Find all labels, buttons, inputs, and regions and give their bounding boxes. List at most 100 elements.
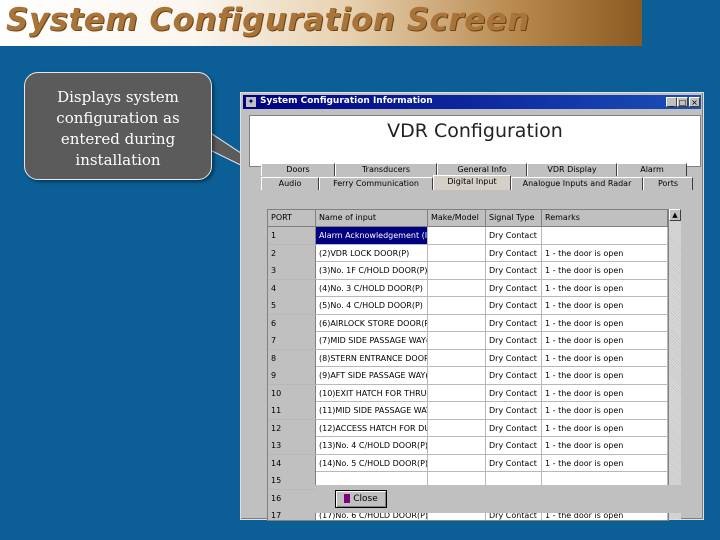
close-window-button[interactable]: × — [689, 97, 700, 107]
table-row[interactable]: 13 (13)No. 4 C/HOLD DOOR(P) Dry Contact 1 -… — [268, 437, 668, 455]
cell-remarks[interactable]: 1 - the door is open — [542, 314, 668, 332]
cell-port[interactable]: 1 — [268, 227, 316, 244]
column-header-name[interactable]: Name of input — [316, 210, 428, 227]
tab-ferry-communication[interactable]: Ferry Communication — [319, 177, 433, 190]
cell-name[interactable]: (10)EXIT HATCH FOR THRUSTER — [316, 384, 428, 402]
cell-make-model[interactable] — [428, 454, 486, 472]
cell-signal-type[interactable]: Dry Contact — [486, 402, 542, 419]
cell-remarks[interactable]: 1 - the door is open — [542, 454, 668, 472]
cell-port[interactable]: 10 — [268, 384, 316, 402]
cell-remarks[interactable] — [542, 227, 668, 244]
cell-signal-type[interactable]: Dry Contact — [486, 419, 542, 437]
cell-name[interactable]: (9)AFT SIDE PASSAGE WAY(S) — [316, 367, 428, 384]
cell-name[interactable]: (3)No. 1F C/HOLD DOOR(P) — [316, 262, 428, 279]
cell-make-model[interactable] — [428, 419, 486, 437]
cell-signal-type[interactable]: Dry Contact — [486, 279, 542, 297]
cell-port[interactable]: 7 — [268, 332, 316, 349]
close-button[interactable]: Close — [335, 490, 387, 508]
cell-port[interactable]: 17 — [268, 507, 316, 520]
cell-remarks[interactable]: 1 - the door is open — [542, 279, 668, 297]
cell-remarks[interactable]: 1 - the door is open — [542, 367, 668, 384]
column-header-signal-type[interactable]: Signal Type — [486, 210, 542, 227]
cell-make-model[interactable] — [428, 279, 486, 297]
cell-name[interactable]: Alarm Acknowledgement (Internal) — [316, 227, 428, 244]
cell-make-model[interactable] — [428, 437, 486, 454]
cell-port[interactable]: 9 — [268, 367, 316, 384]
table-row[interactable]: 14 (14)No. 5 C/HOLD DOOR(P) Dry Contact 1 -… — [268, 454, 668, 472]
column-header-port[interactable]: PORT — [268, 210, 316, 227]
cell-port[interactable]: 6 — [268, 314, 316, 332]
cell-make-model[interactable] — [428, 314, 486, 332]
cell-name[interactable]: (8)STERN ENTRANCE DOOR (S) — [316, 349, 428, 367]
tab-ports[interactable]: Ports — [643, 177, 693, 190]
cell-remarks[interactable]: 1 - the door is open — [542, 402, 668, 419]
cell-port[interactable]: 11 — [268, 402, 316, 419]
tab-vdr-display[interactable]: VDR Display — [527, 163, 617, 176]
cell-remarks[interactable]: 1 - the door is open — [542, 437, 668, 454]
cell-signal-type[interactable]: Dry Contact — [486, 367, 542, 384]
cell-signal-type[interactable]: Dry Contact — [486, 262, 542, 279]
cell-make-model[interactable] — [428, 384, 486, 402]
tab-doors[interactable]: Doors — [261, 163, 335, 176]
cell-remarks[interactable]: 1 - the door is open — [542, 297, 668, 314]
cell-remarks[interactable]: 1 - the door is open — [542, 349, 668, 367]
cell-make-model[interactable] — [428, 244, 486, 262]
cell-remarks[interactable]: 1 - the door is open — [542, 384, 668, 402]
table-row[interactable]: 6 (6)AIRLOCK STORE DOOR(P) Dry Contact 1 - … — [268, 314, 668, 332]
table-row[interactable]: 4 (4)No. 3 C/HOLD DOOR(P) Dry Contact 1 - t… — [268, 279, 668, 297]
window-titlebar[interactable]: ✦ System Configuration Information _ □ × — [243, 95, 701, 109]
cell-make-model[interactable] — [428, 402, 486, 419]
cell-name[interactable]: (14)No. 5 C/HOLD DOOR(P) — [316, 454, 428, 472]
cell-port[interactable]: 4 — [268, 279, 316, 297]
cell-make-model[interactable] — [428, 262, 486, 279]
cell-signal-type[interactable]: Dry Contact — [486, 297, 542, 314]
table-row[interactable]: 7 (7)MID SIDE PASSAGE WAY(S) Dry Contact 1 … — [268, 332, 668, 350]
cell-make-model[interactable] — [428, 367, 486, 384]
table-scrollbar[interactable]: ▲ — [669, 209, 681, 519]
cell-make-model[interactable] — [428, 332, 486, 349]
cell-signal-type[interactable]: Dry Contact — [486, 227, 542, 244]
maximize-button[interactable]: □ — [677, 97, 688, 107]
cell-name[interactable]: (12)ACCESS HATCH FOR DUCT — [316, 419, 428, 437]
table-row[interactable]: 8(8)STERN ENTRANCE DOOR (S) Dry Contact1 … — [268, 349, 668, 367]
table-row[interactable]: 12(12)ACCESS HATCH FOR DUCT Dry Contact1 … — [268, 419, 668, 437]
cell-port[interactable]: 12 — [268, 419, 316, 437]
table-row[interactable]: 5 (5)No. 4 C/HOLD DOOR(P) Dry Contact 1 - t… — [268, 297, 668, 315]
table-row[interactable]: 2 (2)VDR LOCK DOOR(P) Dry Contact 1 - the d… — [268, 244, 668, 262]
cell-signal-type[interactable]: Dry Contact — [486, 314, 542, 332]
tab-alarm[interactable]: Alarm — [617, 163, 687, 176]
tab-analogue-inputs-radar[interactable]: Analogue Inputs and Radar — [511, 177, 643, 190]
cell-make-model[interactable] — [428, 349, 486, 367]
column-header-remarks[interactable]: Remarks — [542, 210, 668, 227]
column-header-make-model[interactable]: Make/Model — [428, 210, 486, 227]
cell-name[interactable]: (11)MID SIDE PASSAGE WAY — [316, 402, 428, 419]
cell-port[interactable]: 8 — [268, 349, 316, 367]
cell-signal-type[interactable]: Dry Contact — [486, 384, 542, 402]
table-row[interactable]: 3 (3)No. 1F C/HOLD DOOR(P) Dry Contact 1 - … — [268, 262, 668, 280]
cell-name[interactable]: (7)MID SIDE PASSAGE WAY(S) — [316, 332, 428, 349]
cell-name[interactable]: (5)No. 4 C/HOLD DOOR(P) — [316, 297, 428, 314]
table-row[interactable]: 10(10)EXIT HATCH FOR THRUSTER Dry Contact… — [268, 384, 668, 402]
cell-signal-type[interactable]: Dry Contact — [486, 244, 542, 262]
tab-digital-input[interactable]: Digital Input — [433, 175, 511, 190]
cell-name[interactable]: (13)No. 4 C/HOLD DOOR(P) — [316, 437, 428, 454]
cell-name[interactable]: (2)VDR LOCK DOOR(P) — [316, 244, 428, 262]
cell-remarks[interactable]: 1 - the door is open — [542, 332, 668, 349]
cell-remarks[interactable]: 1 - the door is open — [542, 419, 668, 437]
cell-signal-type[interactable]: Dry Contact — [486, 437, 542, 454]
table-row[interactable]: 9 (9)AFT SIDE PASSAGE WAY(S) Dry Contact 1 … — [268, 367, 668, 385]
cell-port[interactable]: 2 — [268, 244, 316, 262]
table-row[interactable]: 1Alarm Acknowledgement (Internal) Dry Con… — [268, 227, 668, 245]
cell-port[interactable]: 16 — [268, 489, 316, 507]
cell-port[interactable]: 5 — [268, 297, 316, 314]
minimize-button[interactable]: _ — [666, 97, 677, 107]
cell-remarks[interactable]: 1 - the door is open — [542, 262, 668, 279]
scroll-up-icon[interactable]: ▲ — [669, 209, 681, 221]
cell-signal-type[interactable]: Dry Contact — [486, 332, 542, 349]
cell-make-model[interactable] — [428, 297, 486, 314]
tab-transducers[interactable]: Transducers — [335, 163, 437, 176]
cell-port[interactable]: 13 — [268, 437, 316, 454]
cell-signal-type[interactable]: Dry Contact — [486, 349, 542, 367]
cell-port[interactable]: 15 — [268, 472, 316, 489]
cell-signal-type[interactable]: Dry Contact — [486, 454, 542, 472]
